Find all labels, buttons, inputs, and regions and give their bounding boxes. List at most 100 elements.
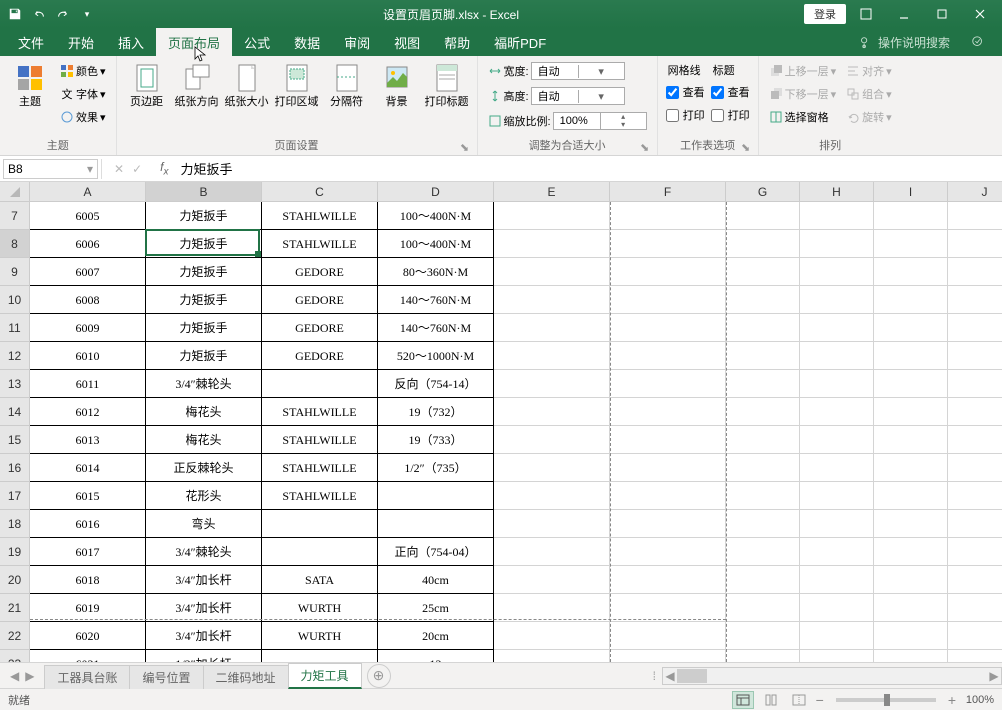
row-header[interactable]: 8 [0,230,30,258]
send-backward-button[interactable]: 下移一层 ▾ [765,83,841,105]
cell[interactable] [726,314,800,342]
cell[interactable]: 100～400N·M [378,230,494,258]
cell[interactable] [874,202,948,230]
print-area-button[interactable]: 打印区域 [273,60,321,110]
name-box[interactable]: B8▾ [3,159,98,179]
cell[interactable] [800,622,874,650]
cell[interactable] [874,594,948,622]
align-button[interactable]: 对齐 ▾ [842,60,896,82]
cell[interactable]: 520～1000N·M [378,342,494,370]
column-header-H[interactable]: H [800,182,874,202]
cell[interactable]: SATA [262,566,378,594]
menu-帮助[interactable]: 帮助 [432,28,482,56]
cell[interactable] [874,510,948,538]
cell[interactable]: STAHLWILLE [262,230,378,258]
cell[interactable]: 140～760N·M [378,286,494,314]
cell[interactable] [378,510,494,538]
cell[interactable] [494,202,610,230]
theme-effects-button[interactable]: 效果 ▾ [56,106,110,128]
cell[interactable]: STAHLWILLE [262,398,378,426]
cell[interactable] [800,314,874,342]
normal-view-button[interactable] [732,691,754,709]
cell[interactable]: 正反棘轮头 [146,454,262,482]
row-header[interactable]: 18 [0,510,30,538]
page-break-view-button[interactable] [788,691,810,709]
cell[interactable] [610,510,726,538]
cell[interactable]: 6007 [30,258,146,286]
cell[interactable]: 6021 [30,650,146,662]
cell[interactable]: 花形头 [146,482,262,510]
cell[interactable] [494,342,610,370]
cell[interactable]: GEDORE [262,258,378,286]
share-button[interactable] [960,30,996,54]
cell[interactable] [726,258,800,286]
cell[interactable] [726,566,800,594]
cell[interactable]: 3/4″加长杆 [146,622,262,650]
cell[interactable]: 6016 [30,510,146,538]
cell[interactable] [726,426,800,454]
scale-launcher[interactable]: ⬊ [639,141,651,153]
cell[interactable] [948,622,1002,650]
cell[interactable] [610,566,726,594]
headings-view-checkbox[interactable]: 查看 [709,81,752,103]
tab-nav-first[interactable]: ◀ [10,669,19,683]
column-header-J[interactable]: J [948,182,1002,202]
cell[interactable] [494,622,610,650]
undo-button[interactable] [28,3,50,25]
zoom-out-button[interactable]: − [816,692,824,708]
cell[interactable] [874,566,948,594]
gridlines-view-checkbox[interactable]: 查看 [664,81,707,103]
cell[interactable]: 梅花头 [146,426,262,454]
cell[interactable]: 6005 [30,202,146,230]
cell[interactable] [610,258,726,286]
cell[interactable] [494,454,610,482]
cell[interactable] [874,482,948,510]
cell[interactable] [610,594,726,622]
cell[interactable] [610,314,726,342]
page-setup-launcher[interactable]: ⬊ [459,141,471,153]
cell[interactable] [874,426,948,454]
row-header[interactable]: 12 [0,342,30,370]
menu-数据[interactable]: 数据 [282,28,332,56]
cell[interactable] [948,398,1002,426]
cell[interactable] [494,370,610,398]
column-header-B[interactable]: B [146,182,262,202]
print-titles-button[interactable]: 打印标题 [423,60,471,110]
cell[interactable]: 6015 [30,482,146,510]
column-header-G[interactable]: G [726,182,800,202]
cell[interactable] [610,426,726,454]
menu-审阅[interactable]: 审阅 [332,28,382,56]
cell[interactable] [948,426,1002,454]
cell[interactable]: 6017 [30,538,146,566]
cell[interactable] [494,426,610,454]
column-header-I[interactable]: I [874,182,948,202]
menu-页面布局[interactable]: 页面布局 [156,28,232,56]
login-button[interactable]: 登录 [804,4,846,24]
cell[interactable] [494,314,610,342]
scale-height-control[interactable]: 高度: 自动▾ [484,85,651,107]
page-layout-view-button[interactable] [760,691,782,709]
column-header-D[interactable]: D [378,182,494,202]
cell[interactable]: 6011 [30,370,146,398]
cell[interactable] [948,230,1002,258]
sheet-tab[interactable]: 编号位置 [129,665,203,689]
maximize-button[interactable] [924,2,960,26]
cell[interactable]: 3/4″棘轮头 [146,538,262,566]
cell[interactable] [800,650,874,662]
cell[interactable]: 1/2″（735） [378,454,494,482]
column-header-E[interactable]: E [494,182,610,202]
cell[interactable] [874,398,948,426]
cell[interactable]: 6014 [30,454,146,482]
cell[interactable]: 力矩扳手 [146,342,262,370]
cell[interactable] [800,538,874,566]
cell[interactable]: 20cm [378,622,494,650]
cell[interactable]: 3/4″加长杆 [146,594,262,622]
cell[interactable]: WURTH [262,594,378,622]
cell[interactable] [800,230,874,258]
cell[interactable]: 力矩扳手 [146,314,262,342]
cell[interactable] [610,454,726,482]
cell[interactable]: GEDORE [262,286,378,314]
zoom-in-button[interactable]: + [948,692,956,708]
zoom-level[interactable]: 100% [962,694,994,706]
cell[interactable]: 梅花头 [146,398,262,426]
